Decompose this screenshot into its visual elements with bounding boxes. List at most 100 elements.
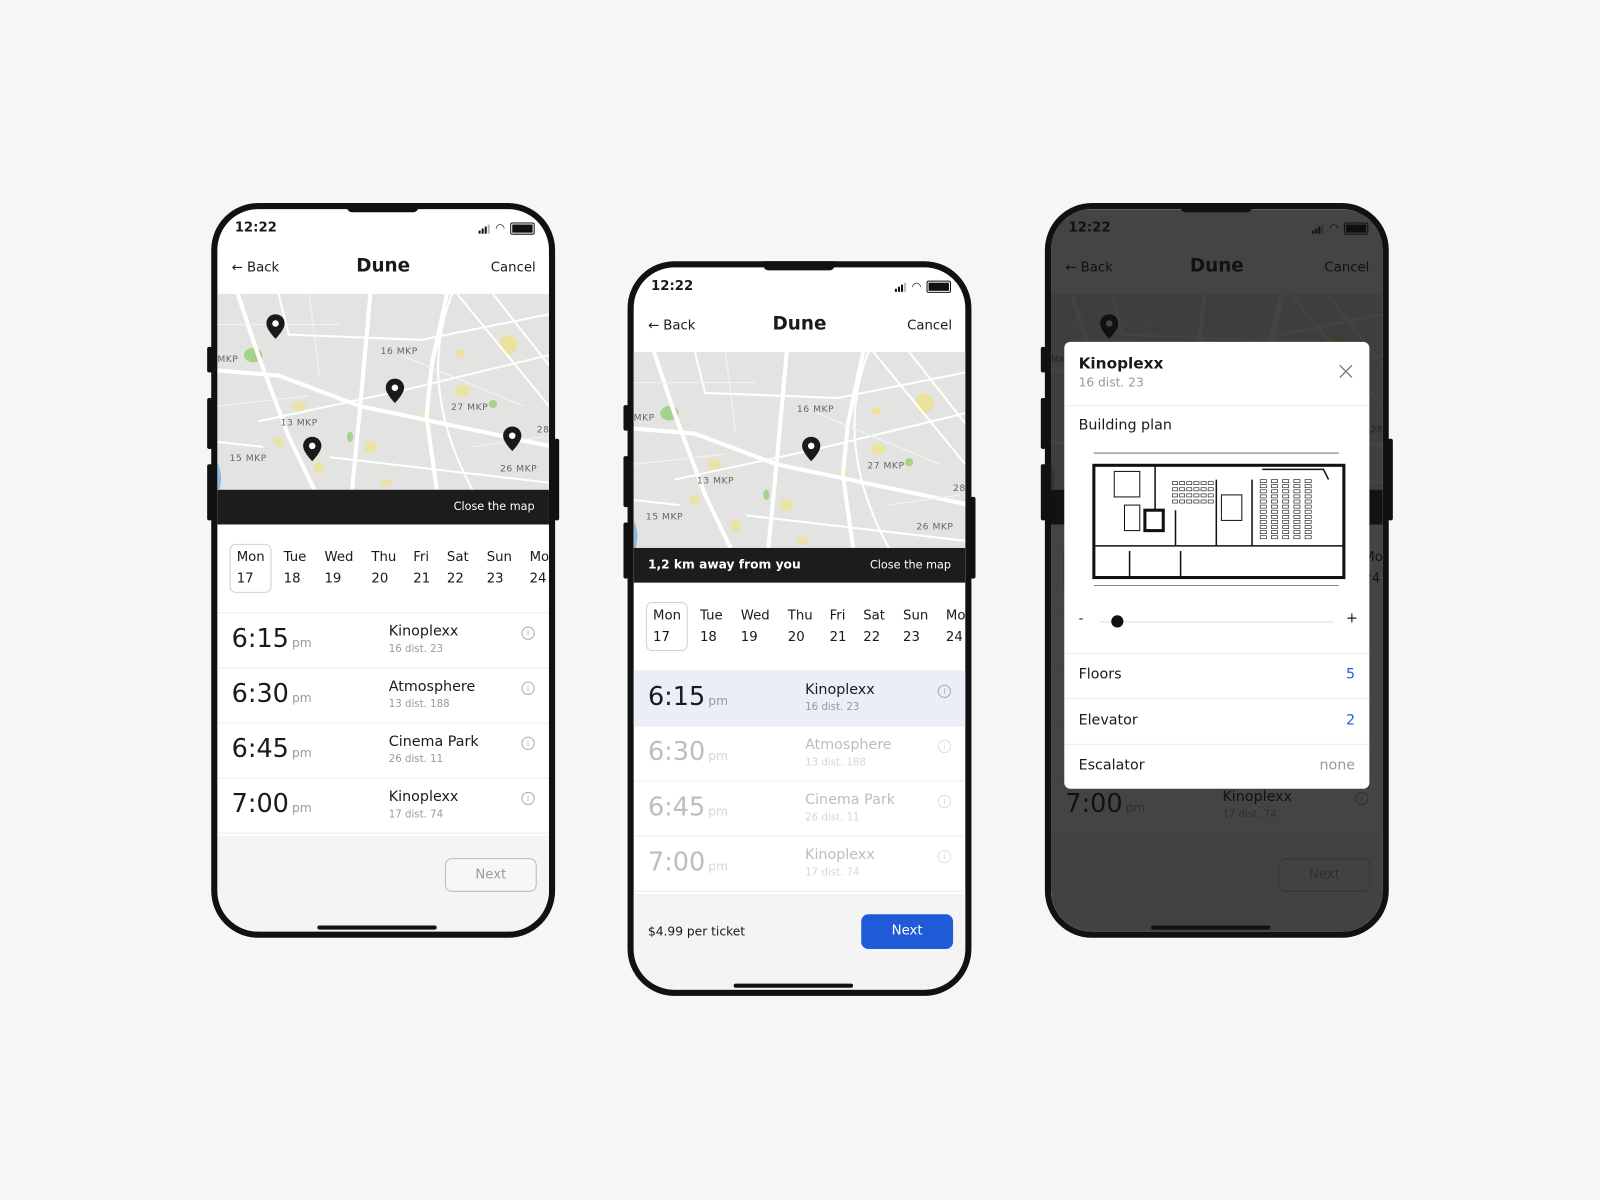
cinema-address: 16 dist. 23 (805, 702, 860, 714)
info-icon[interactable]: i (521, 626, 535, 640)
map-pin-icon[interactable] (802, 436, 821, 466)
day-number: 23 (486, 571, 504, 587)
showtime-time: 6:15pm (232, 623, 312, 653)
showtime-row[interactable]: 6:45pm Cinema Park 26 dist. 11 i (633, 782, 966, 837)
day-fri[interactable]: Fri 21 (830, 605, 847, 648)
map-bar: 1,2 km away from you Close the map (633, 547, 966, 583)
day-sat[interactable]: Sat 22 (863, 605, 885, 648)
day-mo[interactable]: Mo 24 (946, 605, 965, 648)
day-wed[interactable]: Wed 19 (324, 547, 353, 590)
zoom-slider[interactable] (1098, 621, 1334, 623)
map-pin-icon[interactable] (503, 426, 522, 456)
map[interactable]: MKP 16 MKP 13 MKP 15 MKP 27 MKP 26 MKP 28 (633, 352, 966, 548)
info-icon[interactable]: i (521, 791, 535, 806)
showtime-row[interactable]: 7:00pm Kinoplexx 17 dist. 74 i (217, 779, 549, 834)
cancel-button[interactable]: Cancel (907, 318, 952, 333)
day-tue[interactable]: Tue 18 (700, 605, 723, 648)
day-name: Fri (829, 608, 846, 624)
map-pin-icon[interactable] (303, 436, 322, 466)
time-ampm: pm (708, 859, 729, 874)
day-fri[interactable]: Fri 21 (413, 547, 430, 590)
time-value: 6:15 (231, 623, 289, 654)
info-icon[interactable]: i (937, 794, 952, 809)
next-button[interactable]: Next (861, 914, 954, 949)
zoom-slider-handle[interactable] (1110, 615, 1123, 628)
day-mo[interactable]: Mo 24 (529, 547, 550, 590)
close-icon[interactable] (1337, 362, 1355, 380)
day-thu[interactable]: Thu 20 (371, 547, 396, 590)
map-bar: Close the map (217, 489, 549, 525)
map-pin-icon[interactable] (385, 378, 405, 408)
info-value: 2 (1345, 711, 1356, 729)
showtime-row[interactable]: 7:00pm Kinoplexx 17 dist. 74 i (633, 837, 966, 892)
cinema-address: 26 dist. 11 (388, 754, 444, 766)
close-map-button[interactable]: Close the map (870, 558, 951, 571)
next-button[interactable]: Next (444, 858, 537, 892)
cancel-button[interactable]: Cancel (491, 260, 536, 275)
map-label: 27 MKP (867, 461, 905, 472)
cinema-address: 17 dist. 74 (805, 867, 860, 879)
day-mon[interactable]: Mon 17 (645, 602, 689, 652)
showtime-row[interactable]: 6:30pm Atmosphere 13 dist. 188 i (633, 727, 966, 782)
home-indicator (1151, 925, 1271, 930)
phone-screen: 12:22◠← BackDuneCancelMKP16 MKP13 MKP15 … (211, 203, 556, 938)
date-strip: Mon 17 Tue 18 Wed 19 Thu 20 Fri 21 Sat 22 Sun 23 Mo 24 (634, 602, 965, 654)
info-icon[interactable]: i (937, 739, 952, 754)
map[interactable]: MKP 16 MKP 13 MKP 15 MKP 27 MKP 26 MKP 28 (217, 293, 549, 490)
time-ampm: pm (708, 748, 729, 764)
time-ampm: pm (291, 745, 312, 761)
info-icon[interactable]: i (521, 736, 535, 750)
day-name: Mon (236, 549, 265, 566)
info-icon[interactable]: i (521, 681, 535, 695)
showtime-row[interactable]: 6:30pm Atmosphere 13 dist. 188 i (217, 668, 549, 724)
cinema-address: 17 dist. 74 (388, 809, 444, 821)
signal-icon (895, 282, 907, 292)
time-ampm: pm (291, 801, 312, 816)
day-mon[interactable]: Mon 17 (229, 543, 272, 593)
status-icons: ◠ (478, 221, 535, 235)
time-value: 7:00 (647, 846, 706, 877)
map-label: 27 MKP (451, 403, 489, 414)
cinema-name: Cinema Park (805, 791, 895, 809)
wifi-icon: ◠ (911, 279, 922, 293)
building-plan-modal: Kinoplexx 16 dist. 23 Building plan - + Floor… (1064, 341, 1370, 789)
info-icon[interactable]: i (937, 684, 952, 698)
phone-map-overview: 12:22 ◠ ← Back Dune Cancel MKP 16 MKP 13 MKP 15 … (207, 203, 560, 938)
map-label: 28 (536, 425, 549, 436)
day-number: 19 (740, 629, 758, 645)
wifi-icon: ◠ (495, 221, 506, 235)
info-icon[interactable]: i (937, 849, 952, 864)
time-value: 6:45 (647, 791, 706, 822)
map-pin-icon[interactable] (266, 314, 285, 343)
footer: $4.99 per ticket Next (633, 893, 966, 990)
map-label: 13 MKP (696, 476, 735, 487)
cinema-name: Kinoplexx (805, 681, 875, 698)
day-name: Mo (529, 549, 550, 566)
day-name: Sun (903, 608, 929, 624)
zoom-out-button[interactable]: - (1079, 611, 1084, 626)
showtime-time: 6:45pm (648, 792, 728, 822)
map-label: MKP (633, 413, 655, 424)
day-sat[interactable]: Sat 22 (447, 547, 469, 590)
map-label: MKP (217, 355, 239, 366)
day-tue[interactable]: Tue 18 (284, 547, 307, 590)
phone-screen: 12:22◠← BackDuneCancelMKP16 MKP13 MKP15 … (627, 261, 972, 996)
time-value: 6:15 (647, 681, 706, 712)
zoom-in-button[interactable]: + (1346, 610, 1358, 626)
showtime-row[interactable]: 6:15pm Kinoplexx 16 dist. 23 i (217, 613, 549, 669)
cinema-address: 26 dist. 11 (805, 812, 860, 824)
showtime-row[interactable]: 6:15pm Kinoplexx 16 dist. 23 i (633, 671, 966, 727)
date-strip: Mon 17 Tue 18 Wed 19 Thu 20 Fri 21 Sat 22 Sun 23 Mo 24 (217, 543, 550, 596)
time-value: 6:45 (231, 733, 289, 764)
day-number: 21 (413, 571, 431, 587)
screen-content: 12:22◠← BackDuneCancelMKP16 MKP13 MKP15 … (217, 209, 550, 932)
showtime-time: 7:00pm (232, 789, 312, 819)
day-thu[interactable]: Thu 20 (788, 605, 813, 648)
day-sun[interactable]: Sun 23 (903, 605, 928, 648)
day-wed[interactable]: Wed 19 (741, 605, 770, 648)
battery-icon (926, 280, 952, 293)
showtime-row[interactable]: 6:45pm Cinema Park 26 dist. 11 i (217, 723, 549, 779)
day-sun[interactable]: Sun 23 (487, 547, 512, 590)
close-map-button[interactable]: Close the map (454, 500, 535, 513)
day-name: Thu (787, 608, 813, 624)
